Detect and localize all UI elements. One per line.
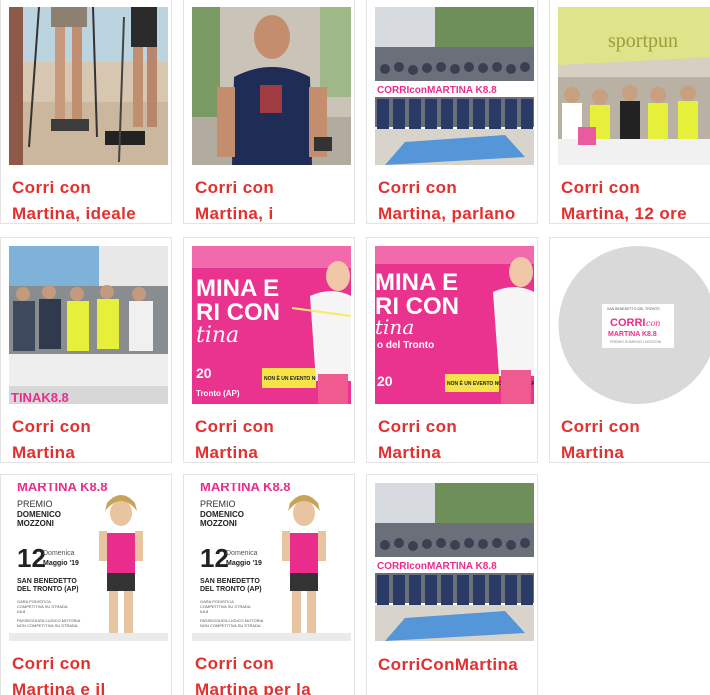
post-title-line1: Corri con [12, 417, 92, 436]
premio-name-1: DOMENICO [17, 510, 61, 519]
post-title-line2: Martina e il [12, 680, 106, 695]
premio-label: PREMIO [200, 499, 236, 509]
premio-weekday: Domenica [226, 550, 258, 557]
post-title[interactable]: CorriConMartina [378, 652, 536, 695]
posts-grid: Corri con Martina, ideale Corri con Mart… [0, 0, 710, 695]
event-poster-pink[interactable]: MINA E RI CON tina o del Tronto NON È UN… [375, 246, 534, 404]
logo-placeholder-circle[interactable]: SAN BENEDETTO DEL TRONTO CORRI con MARTI… [558, 246, 710, 404]
post-title[interactable]: Corri con Martina, 12 ore [561, 175, 710, 223]
post-title-line2: Martina [378, 443, 442, 462]
logo-brand-name: MARTINA K8.8 [608, 331, 657, 338]
premio-name-2: MOZZONI [200, 519, 237, 528]
poster-year: 20 [196, 365, 212, 381]
poster-script: tina [375, 315, 414, 339]
post-title-line1: Corri con [195, 417, 275, 436]
premio-poster[interactable]: MARTINA K8.8 PREMIO DOMENICO MOZZONI 12 … [192, 483, 351, 641]
svg-text:TINAK8.8: TINAK8.8 [11, 390, 69, 404]
premio-weekday: Domenica [43, 550, 75, 557]
post-title-line1: Corri con [561, 178, 641, 197]
post-title-line2: Martina [561, 443, 625, 462]
post-card[interactable]: MINA E RI CON tina o del Tronto NON È UN… [366, 237, 538, 463]
premio-walk-2: NON COMPETITIVA SU STRADA [17, 623, 78, 628]
poster-location: o del Tronto [377, 340, 434, 351]
premio-name-1: DOMENICO [200, 510, 244, 519]
post-title-line1: Corri con [12, 178, 92, 197]
premio-city-2: DEL TRONTO (AP) [200, 586, 262, 593]
logo-tagline: PREMIO DOMENICO MOZZONI [610, 340, 661, 344]
post-title-line1: Corri con [195, 178, 275, 197]
running-legs-photo[interactable] [9, 7, 168, 165]
logo-caption: SAN BENEDETTO DEL TRONTO [607, 307, 660, 311]
crowd-banner-text: CORRIconMARTINA K8.8 [377, 85, 497, 96]
post-title[interactable]: Corri con Martina e il [12, 651, 170, 695]
poster-headline-1: MINA E [196, 275, 279, 302]
post-title-line1: Corri con [561, 417, 641, 436]
post-card[interactable]: MARTINA K8.8 PREMIO DOMENICO MOZZONI 12 … [0, 474, 172, 695]
post-card[interactable]: MARTINA K8.8 PREMIO DOMENICO MOZZONI 12 … [183, 474, 355, 695]
post-title-line1: Corri con [378, 178, 458, 197]
premio-walk-2: NON COMPETITIVA SU STRADA [200, 623, 261, 628]
post-title-line2: Martina per la [195, 680, 312, 695]
event-poster-pink[interactable]: MINA E RI CON tina NON È UN EVENTO NON È… [192, 246, 351, 404]
premio-month: Maggio '19 [43, 560, 79, 567]
post-card[interactable]: CORRIconMARTINA K8.8 Corri con Martina, … [366, 0, 538, 224]
tent-sign-text: sportpun [608, 30, 678, 52]
crowd-banner-text: CORRIconMARTINA K8.8 [377, 561, 497, 572]
premio-city-2: DEL TRONTO (AP) [17, 586, 79, 593]
post-card[interactable]: MINA E RI CON tina NON È UN EVENTO NON È… [183, 237, 355, 463]
post-card[interactable]: Corri con Martina, ideale [0, 0, 172, 224]
poster-headline-1: MINA E [375, 269, 458, 296]
post-title-line1: CorriConMartina [378, 655, 519, 674]
premio-label: PREMIO [17, 499, 53, 509]
volunteers-tent-photo[interactable]: sportpun [558, 7, 710, 165]
premio-name-2: MOZZONI [17, 519, 54, 528]
poster-place: Tronto (AP) [196, 389, 240, 398]
post-card[interactable]: TINAK8.8 Corri con Martina [0, 237, 172, 463]
post-title[interactable]: Corri con Martina [12, 414, 170, 462]
post-title-line2: Martina, i [195, 204, 274, 223]
premio-poster[interactable]: MARTINA K8.8 PREMIO DOMENICO MOZZONI 12 … [9, 483, 168, 641]
premio-top-band: MARTINA K8.8 [200, 483, 291, 494]
post-title[interactable]: Corri con Martina, ideale [12, 175, 170, 223]
post-title[interactable]: Corri con Martina [195, 414, 353, 462]
premio-top-band: MARTINA K8.8 [17, 483, 108, 494]
race-start-crowd-photo[interactable]: CORRIconMARTINA K8.8 [375, 483, 534, 641]
post-title-line1: Corri con [195, 654, 275, 673]
post-title[interactable]: Corri con Martina per la [195, 651, 353, 695]
premio-race-3: K8.8 [17, 609, 26, 614]
poster-year: 20 [377, 373, 393, 389]
post-title[interactable]: Corri con Martina [561, 414, 710, 462]
post-card[interactable]: SAN BENEDETTO DEL TRONTO CORRI con MARTI… [549, 237, 710, 463]
post-title-line2: Martina, ideale [12, 204, 137, 223]
post-title-line2: Martina, parlano [378, 204, 516, 223]
post-title[interactable]: Corri con Martina, parlano [378, 175, 536, 223]
premio-day: 12 [200, 543, 229, 573]
post-title-line2: Martina [195, 443, 259, 462]
post-title[interactable]: Corri con Martina [378, 414, 536, 462]
poster-headline-2: RI CON [196, 299, 280, 326]
post-card[interactable]: Corri con Martina, i [183, 0, 355, 224]
post-title-line2: Martina, 12 ore [561, 204, 687, 223]
premio-city-1: SAN BENEDETTO [17, 578, 77, 585]
premio-city-1: SAN BENEDETTO [200, 578, 260, 585]
poster-script: tina [196, 323, 239, 348]
premio-race-3: K8.8 [200, 609, 209, 614]
runner-portrait-photo[interactable] [192, 7, 351, 165]
post-card[interactable]: sportpun Corri con Martina, 12 ore [549, 0, 710, 224]
volunteers-table-photo[interactable]: TINAK8.8 [9, 246, 168, 404]
logo-brand: CORRI [610, 317, 645, 329]
post-title-line1: Corri con [378, 417, 458, 436]
race-start-crowd-photo[interactable]: CORRIconMARTINA K8.8 [375, 7, 534, 165]
post-title-line2: Martina [12, 443, 76, 462]
premio-day: 12 [17, 543, 46, 573]
logo-brand-con: con [646, 319, 660, 328]
post-card[interactable]: CORRIconMARTINA K8.8 CorriConMartina [366, 474, 538, 695]
premio-month: Maggio '19 [226, 560, 262, 567]
post-title-line1: Corri con [12, 654, 92, 673]
post-title[interactable]: Corri con Martina, i [195, 175, 353, 223]
